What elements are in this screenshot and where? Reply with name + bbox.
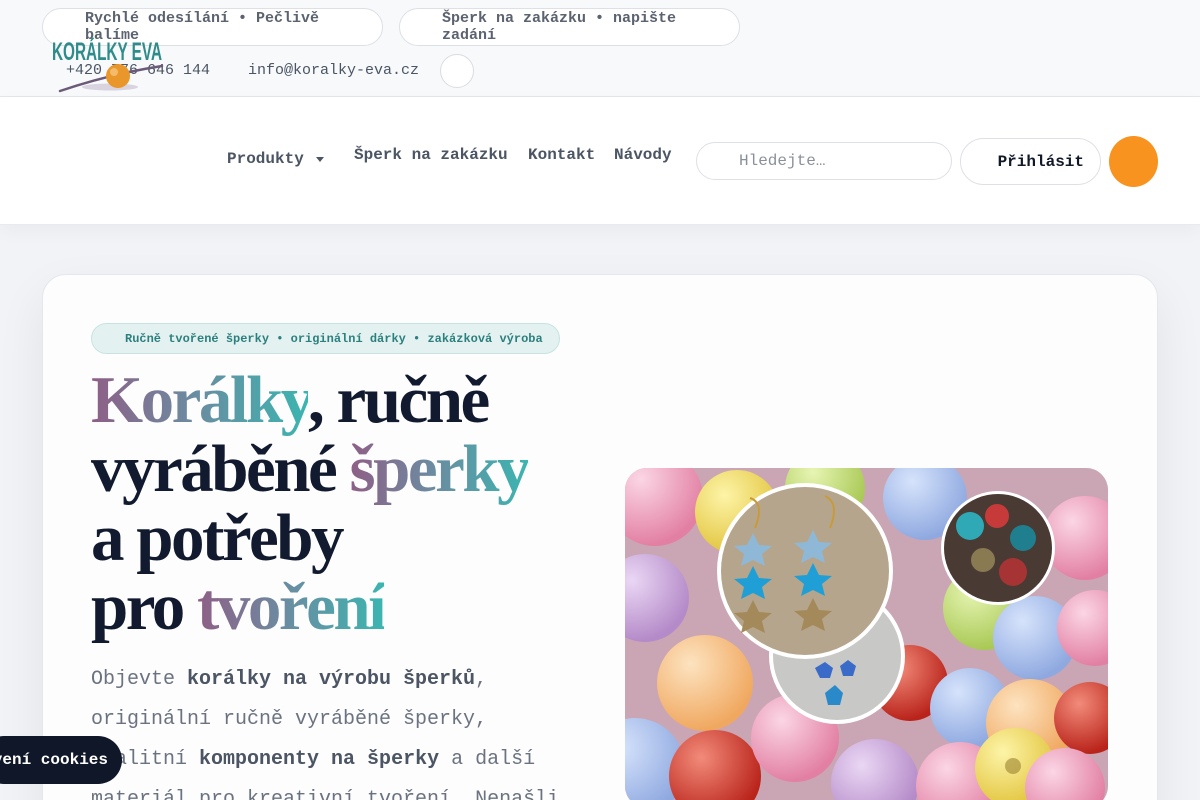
hero-headline: Korálky, ručně vyráběné šperky a potřeby… [91, 366, 591, 642]
logo-graphic: KORÁLKY EVA [52, 37, 164, 93]
headline-word-sperky: šperky [349, 432, 531, 506]
email-link[interactable]: info@koralky-eva.cz [248, 62, 419, 79]
truck-icon [61, 20, 75, 34]
nav-navody[interactable]: Návody [614, 146, 672, 164]
headline-part-pro: pro [91, 570, 198, 644]
login-label: Přihlásit [997, 152, 1084, 171]
nav-produkty[interactable]: Produkty [227, 150, 324, 168]
cookie-settings-button[interactable]: Nastavení cookies [0, 736, 122, 784]
hero-tagline-badge: Ručně tvořené šperky • originální dárky … [91, 323, 560, 354]
headline-part-potreby: a potřeby [91, 501, 345, 575]
search-box [696, 142, 952, 180]
search-input[interactable] [739, 152, 939, 170]
login-button[interactable]: Přihlásit [960, 138, 1101, 185]
intro-link-koralky[interactable]: korálky na výrobu šperků [187, 668, 475, 691]
custom-jewelry-text: Šperk na zakázku • napište zadání [442, 10, 677, 44]
nav-sperk-na-zakazku[interactable]: Šperk na zakázku [354, 146, 508, 164]
intro-link-komponenty[interactable]: komponenty na šperky [199, 748, 439, 771]
headline-part-vyrabene: vyráběné [91, 432, 350, 506]
headline-part-rucne: , ručně [308, 363, 490, 437]
sparkle-icon [418, 20, 432, 34]
nav-produkty-label: Produkty [227, 150, 304, 168]
site-logo[interactable]: KORÁLKY EVA [50, 34, 166, 94]
hero-intro-text: Objevte korálky na výrobu šperků, origin… [91, 660, 571, 800]
chevron-down-icon [315, 156, 324, 162]
theme-toggle-button[interactable] [440, 54, 474, 88]
top-info-bar: Rychlé odesílání • Pečlivě balíme Šperk … [0, 0, 1200, 97]
nav-kontakt[interactable]: Kontakt [528, 146, 595, 164]
cart-button[interactable] [1109, 136, 1158, 187]
headline-word-tvoreni: tvoření [197, 570, 387, 644]
search-icon[interactable] [717, 154, 731, 168]
headline-word-koralky: Korálky [91, 363, 311, 437]
intro-part: Objevte [91, 668, 188, 691]
custom-jewelry-pill[interactable]: Šperk na zakázku • napište zadání [399, 8, 740, 46]
logo-text: KORÁLKY EVA [52, 37, 162, 66]
hero-photo [625, 468, 1108, 800]
cookie-settings-label: Nastavení cookies [0, 751, 108, 769]
beads-illustration [625, 468, 1108, 800]
